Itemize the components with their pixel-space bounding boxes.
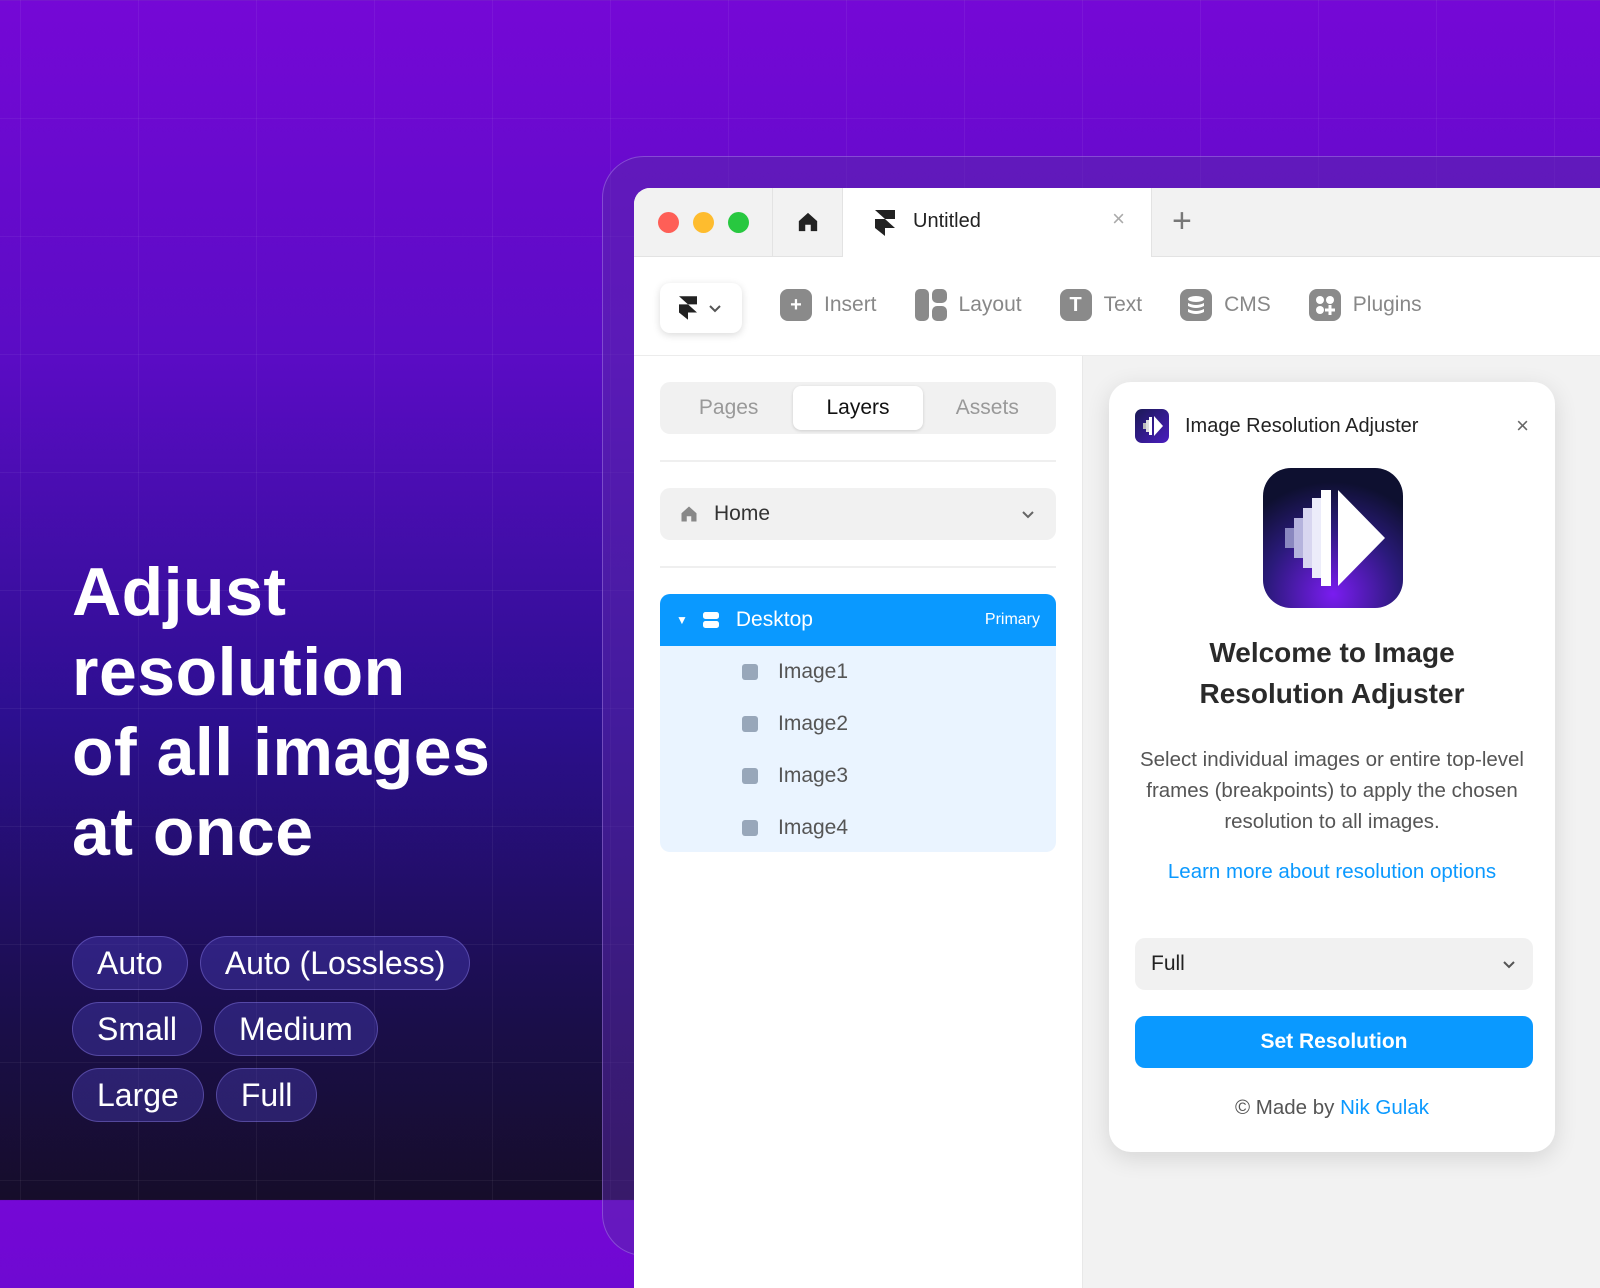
chip-medium: Medium xyxy=(214,1002,378,1056)
cms-button[interactable]: CMS xyxy=(1180,289,1271,321)
plugin-description: Select individual images or entire top-l… xyxy=(1139,748,1524,833)
maximize-window-button[interactable] xyxy=(728,212,749,233)
divider xyxy=(660,460,1056,462)
image-layer-icon xyxy=(742,664,758,680)
resolution-value: Full xyxy=(1151,952,1185,975)
app-window: Untitled × + + Insert Layout T Text CMS … xyxy=(634,188,1600,1288)
insert-label: Insert xyxy=(824,293,877,316)
chip-row: Auto Auto (Lossless) xyxy=(72,936,512,990)
tab-assets[interactable]: Assets xyxy=(923,386,1052,430)
app-logo-icon xyxy=(1263,468,1403,608)
plugin-title: Image Resolution Adjuster xyxy=(1185,414,1419,437)
chevron-down-icon xyxy=(1022,511,1034,519)
minimize-window-button[interactable] xyxy=(693,212,714,233)
left-panel: Pages Layers Assets Home ▼ Desktop Prima… xyxy=(634,356,1082,1288)
layout-icon xyxy=(914,289,947,321)
layer-item[interactable]: Image1 xyxy=(660,646,1056,698)
chevron-down-icon xyxy=(1503,961,1515,969)
close-icon[interactable]: × xyxy=(1516,413,1529,439)
text-icon: T xyxy=(1059,289,1092,321)
layer-desktop[interactable]: ▼ Desktop Primary xyxy=(660,594,1056,646)
layer-name: Image3 xyxy=(778,764,849,787)
home-icon xyxy=(681,506,697,522)
layer-item[interactable]: Image3 xyxy=(660,750,1056,802)
plugin-window: Image Resolution Adjuster × Welcome to I… xyxy=(1109,382,1555,1152)
welcome-heading: Welcome to Image Resolution Adjuster xyxy=(1129,632,1535,714)
plugins-button[interactable]: Plugins xyxy=(1308,289,1422,321)
layer-item[interactable]: Image4 xyxy=(660,802,1056,852)
layer-name: Image2 xyxy=(778,712,849,735)
toolbar: + Insert Layout T Text CMS Plugins xyxy=(634,257,1600,356)
layout-button[interactable]: Layout xyxy=(914,289,1022,321)
chip-auto-lossless: Auto (Lossless) xyxy=(199,936,471,990)
layer-name: Image1 xyxy=(778,660,849,683)
credits-prefix: © Made by xyxy=(1235,1096,1341,1119)
text-button[interactable]: T Text xyxy=(1059,289,1143,321)
layers-tree: ▼ Desktop Primary Image1 Image2 Image3 I… xyxy=(660,594,1056,852)
main-menu-button[interactable] xyxy=(660,283,742,333)
layer-name: Image4 xyxy=(778,816,849,839)
new-tab-button[interactable]: + xyxy=(1172,202,1192,241)
panel-tabs: Pages Layers Assets xyxy=(660,382,1056,434)
primary-badge: Primary xyxy=(984,611,1040,628)
chip-small: Small xyxy=(72,1002,203,1056)
headline: Adjust resolution of all images at once xyxy=(72,554,491,870)
page-name: Home xyxy=(714,502,771,525)
chip-auto: Auto xyxy=(72,936,188,990)
layer-item[interactable]: Image2 xyxy=(660,698,1056,750)
image-layer-icon xyxy=(742,820,758,836)
database-icon xyxy=(1180,289,1213,321)
chip-full: Full xyxy=(215,1068,318,1122)
welcome-line: Welcome to Image xyxy=(1209,637,1455,668)
cms-label: CMS xyxy=(1224,293,1271,316)
plugins-icon xyxy=(1308,289,1341,321)
tab-pages[interactable]: Pages xyxy=(664,386,793,430)
resolution-chips: Auto Auto (Lossless) Small Medium Large … xyxy=(72,936,512,1134)
canvas-area: Image Resolution Adjuster × Welcome to I… xyxy=(1082,356,1600,1288)
resolution-select[interactable]: Full xyxy=(1135,938,1533,990)
image-layer-icon xyxy=(742,716,758,732)
tab-bar: Untitled × + xyxy=(634,188,1600,257)
plus-icon: + xyxy=(780,289,812,321)
framer-logo-icon xyxy=(679,296,697,320)
set-resolution-button[interactable]: Set Resolution xyxy=(1135,1016,1533,1068)
tab-title: Untitled xyxy=(913,210,981,232)
tab-layers[interactable]: Layers xyxy=(793,386,923,430)
close-tab-icon[interactable]: × xyxy=(1112,206,1125,232)
framer-logo-icon xyxy=(875,210,895,236)
frame-icon xyxy=(702,612,719,628)
layout-label: Layout xyxy=(958,293,1022,316)
layer-name: Desktop xyxy=(735,608,813,631)
image-layer-icon xyxy=(742,768,758,784)
credits: © Made by Nik Gulak xyxy=(1109,1096,1555,1120)
window-controls xyxy=(658,212,749,233)
plugins-label: Plugins xyxy=(1352,293,1422,316)
chip-row: Small Medium xyxy=(72,1002,512,1056)
page-selector[interactable]: Home xyxy=(660,488,1056,540)
chip-row: Large Full xyxy=(72,1068,512,1122)
divider xyxy=(660,566,1056,568)
document-tab[interactable]: Untitled × xyxy=(842,188,1152,257)
chip-large: Large xyxy=(72,1068,204,1122)
insert-button[interactable]: + Insert xyxy=(780,289,877,321)
plugin-header: Image Resolution Adjuster × xyxy=(1135,408,1529,444)
close-window-button[interactable] xyxy=(658,212,679,233)
learn-more-link[interactable]: Learn more about resolution options xyxy=(1109,860,1555,884)
caret-down-icon[interactable]: ▼ xyxy=(676,613,688,627)
author-link[interactable]: Nik Gulak xyxy=(1340,1096,1429,1119)
text-label: Text xyxy=(1103,293,1143,316)
home-icon xyxy=(798,212,818,232)
chevron-down-icon xyxy=(709,305,721,313)
plugin-logo-icon xyxy=(1135,409,1169,443)
home-tab[interactable] xyxy=(772,188,843,256)
toolbar-tools: + Insert Layout T Text CMS Plugins xyxy=(780,289,1422,321)
welcome-line: Resolution Adjuster xyxy=(1199,678,1465,709)
